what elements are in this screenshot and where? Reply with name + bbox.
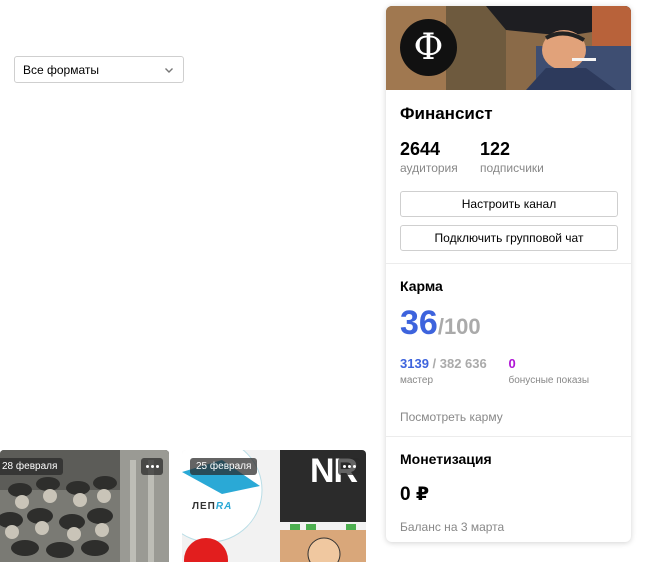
rank-value: 3139 <box>400 356 429 371</box>
stat-audience: 2644 аудитория <box>400 140 480 175</box>
connect-group-chat-button[interactable]: Подключить групповой чат <box>400 225 618 251</box>
karma-title: Карма <box>400 278 443 294</box>
more-options-button[interactable] <box>338 458 360 475</box>
format-select-label: Все форматы <box>23 62 100 77</box>
feed-card[interactable]: ЛЕПRA NR 25 февраля <box>182 450 366 562</box>
chevron-down-icon <box>165 67 173 73</box>
bonus-value: 0 <box>508 356 516 371</box>
brand-text: ЛЕПRA <box>192 501 232 512</box>
feed-card[interactable]: 28 февраля <box>0 450 169 562</box>
karma-bonus: 0 бонусные показы <box>509 356 618 386</box>
divider <box>386 263 631 264</box>
date-badge: 25 февраля <box>190 458 258 475</box>
karma-details: 3139 / 382 636 мастер 0 бонусные показы <box>400 356 617 386</box>
bonus-label: бонусные показы <box>508 375 590 386</box>
channel-name[interactable]: Финансист <box>400 104 617 124</box>
channel-panel: Ф Финансист 2644 аудитория 122 подписчик… <box>386 6 631 542</box>
format-select[interactable]: Все форматы <box>14 56 184 83</box>
monetization-amount: 0 ₽ <box>400 484 430 505</box>
brand-text-part: ЛЕП <box>192 501 216 512</box>
karma-section: Карма 36 /100 3139 / 382 636 мастер 0 бо… <box>386 278 631 424</box>
page: Все форматы 28 февраля ЛЕПRA NR 25 февра… <box>0 0 645 562</box>
channel-info: Финансист 2644 аудитория 122 подписчики … <box>386 104 631 251</box>
karma-value: 36 <box>400 304 438 342</box>
configure-channel-button[interactable]: Настроить канал <box>400 191 618 217</box>
karma-rank: 3139 / 382 636 мастер <box>400 356 509 386</box>
more-options-button[interactable] <box>141 458 163 475</box>
brand-text-part: RA <box>215 501 233 512</box>
divider <box>386 436 631 437</box>
karma-max: /100 <box>437 314 481 339</box>
channel-avatar[interactable]: Ф <box>400 19 457 76</box>
view-karma-link[interactable]: Посмотреть карму <box>400 410 617 424</box>
rank-label: мастер <box>400 375 434 386</box>
stat-label: подписчики <box>480 161 544 175</box>
karma-score: 36 /100 <box>400 306 617 340</box>
monetization-title: Монетизация <box>400 451 492 467</box>
balance-note: Баланс на 3 марта <box>400 520 505 534</box>
stat-label: аудитория <box>400 161 458 175</box>
monetization-section: Монетизация 0 ₽ Баланс на 3 марта <box>386 451 631 534</box>
date-badge: 28 февраля <box>0 458 64 475</box>
stat-value: 122 <box>480 139 511 159</box>
stat-subscribers: 122 подписчики <box>480 140 560 175</box>
rank-total: / 382 636 <box>428 356 487 371</box>
stat-value: 2644 <box>400 139 441 159</box>
channel-banner: Ф <box>386 6 631 90</box>
channel-stats: 2644 аудитория 122 подписчики <box>400 140 617 175</box>
